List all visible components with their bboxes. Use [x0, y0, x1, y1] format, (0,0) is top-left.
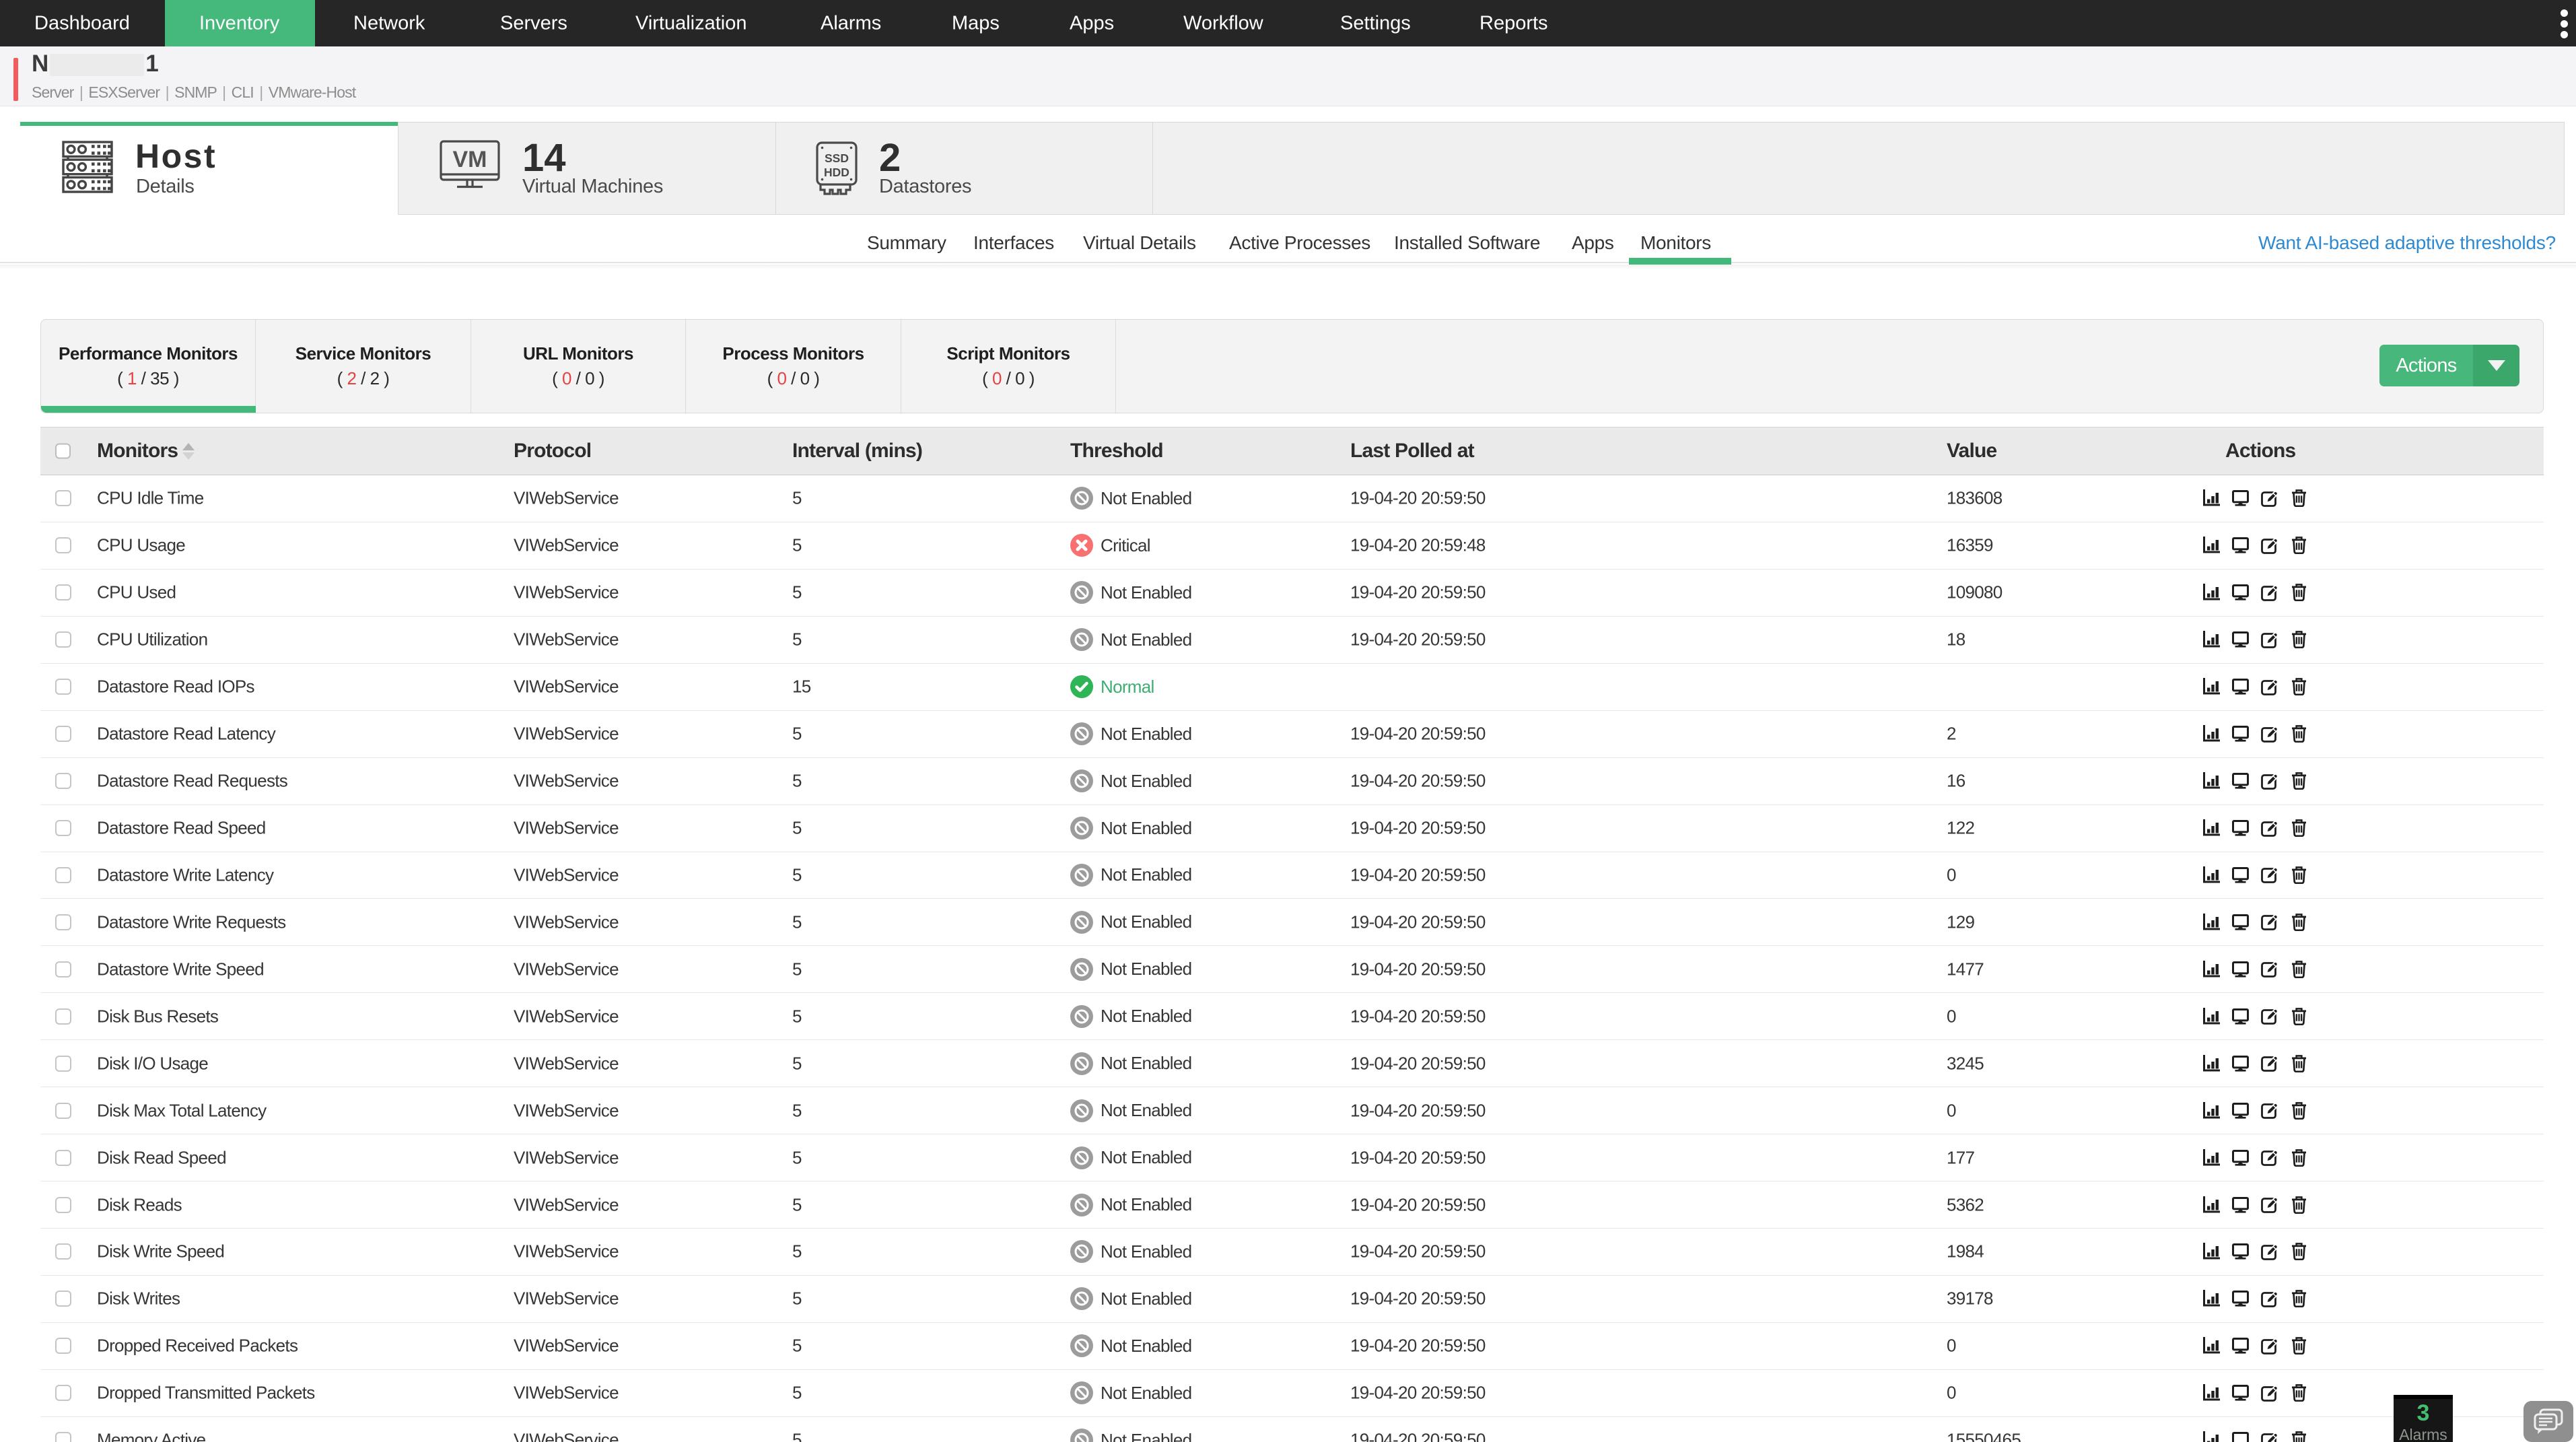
svg-text:SSD: SSD: [825, 151, 849, 165]
svg-text:HDD: HDD: [824, 166, 849, 179]
svg-text:VM: VM: [453, 147, 487, 172]
